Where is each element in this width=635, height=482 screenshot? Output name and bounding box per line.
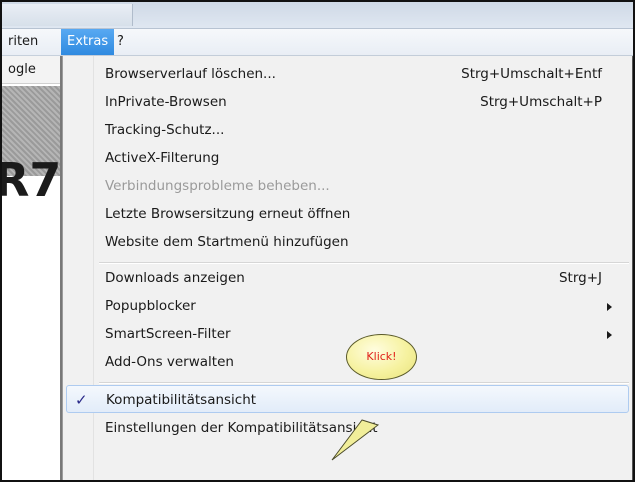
- menu-item-label: Website dem Startmenü hinzufügen: [105, 234, 349, 250]
- menu-item-compatibility-settings[interactable]: Einstellungen der Kompatibilitätsansicht: [63, 414, 632, 442]
- window-titlebar: [2, 2, 633, 29]
- menu-item-reopen-session[interactable]: Letzte Browsersitzung erneut öffnen: [63, 200, 632, 228]
- menu-item-label: Popupblocker: [105, 298, 196, 314]
- menu-item-fix-connection: Verbindungsprobleme beheben...: [63, 172, 632, 200]
- menu-item-label: Browserverlauf löschen...: [105, 66, 276, 82]
- menu-item-label: SmartScreen-Filter: [105, 326, 231, 342]
- submenu-arrow-icon: [607, 303, 612, 311]
- menu-item-add-to-start[interactable]: Website dem Startmenü hinzufügen: [63, 228, 632, 256]
- menu-item-label: InPrivate-Browsen: [105, 94, 227, 110]
- menu-item-label: Tracking-Schutz...: [105, 122, 225, 138]
- menu-favorites[interactable]: riten: [2, 29, 44, 55]
- menu-item-label: Add-Ons verwalten: [105, 354, 234, 370]
- menu-item-compatibility-view[interactable]: ✓ Kompatibilitätsansicht: [66, 385, 629, 413]
- menu-item-label: Letzte Browsersitzung erneut öffnen: [105, 206, 351, 222]
- menu-item-label: Verbindungsprobleme beheben...: [105, 178, 330, 194]
- menu-item-tracking-protection[interactable]: Tracking-Schutz...: [63, 116, 632, 144]
- menu-item-shortcut: Strg+J: [558, 270, 602, 286]
- menu-bar: riten Extras ?: [2, 29, 633, 56]
- menu-extras[interactable]: Extras: [61, 29, 115, 55]
- click-callout-bubble: Klick!: [346, 334, 417, 380]
- menu-item-shortcut: Strg+Umschalt+P: [480, 94, 602, 110]
- menu-item-activex-filtering[interactable]: ActiveX-Filterung: [63, 144, 632, 172]
- menu-item-delete-history[interactable]: Browserverlauf löschen... Strg+Umschalt+…: [63, 60, 632, 88]
- menu-separator: [99, 382, 629, 384]
- menu-item-downloads[interactable]: Downloads anzeigen Strg+J: [63, 264, 632, 292]
- menu-item-inprivate[interactable]: InPrivate-Browsen Strg+Umschalt+P: [63, 88, 632, 116]
- checkmark-icon: ✓: [75, 391, 88, 409]
- menu-item-label: Downloads anzeigen: [105, 270, 245, 286]
- page-tab-fragment: ogle: [2, 56, 62, 84]
- menu-help[interactable]: ?: [111, 29, 130, 55]
- submenu-arrow-icon: [607, 331, 612, 339]
- menu-item-label: Einstellungen der Kompatibilitätsansicht: [105, 420, 378, 436]
- titlebar-tab: [2, 4, 133, 26]
- extras-dropdown-menu: Browserverlauf löschen... Strg+Umschalt+…: [62, 56, 632, 480]
- menu-item-popup-blocker[interactable]: Popupblocker: [63, 292, 632, 320]
- menu-item-smartscreen[interactable]: SmartScreen-Filter: [63, 320, 632, 348]
- menu-item-shortcut: Strg+Umschalt+Entf: [461, 66, 602, 82]
- menu-item-label: Kompatibilitätsansicht: [106, 392, 257, 408]
- page-logo-fragment: R7: [2, 153, 62, 207]
- screenshot-frame: riten Extras ? ogle R7 Browserverlauf lö…: [0, 0, 635, 482]
- menu-item-label: ActiveX-Filterung: [105, 150, 220, 166]
- page-left-strip: ogle R7: [2, 56, 62, 480]
